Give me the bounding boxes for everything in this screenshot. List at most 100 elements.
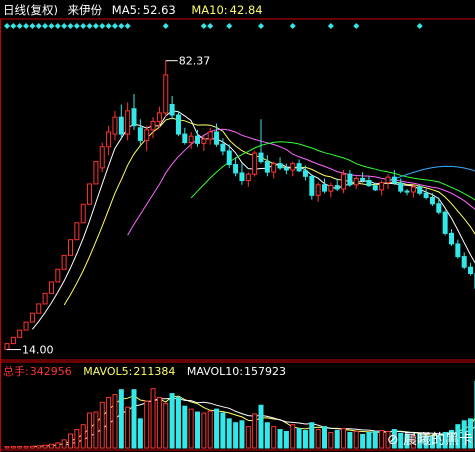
volume-bar xyxy=(156,396,162,449)
candle-body xyxy=(360,177,366,182)
candle-body xyxy=(48,281,54,294)
volume-bar xyxy=(296,428,302,449)
candle-body xyxy=(207,131,213,140)
volume-bar xyxy=(220,412,226,449)
candle-body xyxy=(4,343,10,351)
volume-bar xyxy=(264,422,270,449)
candle-body xyxy=(341,173,347,190)
volume-bar xyxy=(144,400,150,449)
volume-bar xyxy=(10,446,16,449)
volume-bar xyxy=(169,393,175,449)
volume-bar xyxy=(201,412,207,449)
candle-body xyxy=(112,116,118,135)
volume-bar xyxy=(309,422,315,449)
ma10-value: 42.84 xyxy=(229,3,263,17)
volume-bar xyxy=(74,429,80,449)
candle-body xyxy=(182,133,188,144)
candle-body xyxy=(449,232,454,245)
candle-body xyxy=(372,185,378,191)
candle-body xyxy=(163,74,169,114)
candle-body xyxy=(55,268,61,283)
candle-body xyxy=(385,176,391,184)
volume-bar xyxy=(302,430,308,449)
candle-body xyxy=(423,192,429,198)
ma5-indicator: MA5: 52.63 xyxy=(112,3,182,17)
candle-body xyxy=(61,254,67,270)
volume-bar xyxy=(55,442,61,449)
volume-bar xyxy=(341,428,347,449)
candle-body xyxy=(379,182,385,191)
candle-body xyxy=(334,185,340,190)
volume-bar xyxy=(283,430,289,449)
candle-body xyxy=(252,152,258,175)
volume-bar xyxy=(353,430,359,449)
candle-body xyxy=(302,170,308,177)
volume-bar xyxy=(328,431,334,449)
volume-bar xyxy=(226,418,232,449)
mavol5-value: 211384 xyxy=(133,365,176,378)
watermark-text: 晨曦的黑卡 xyxy=(403,432,473,448)
candle-body xyxy=(239,172,245,182)
candle-body xyxy=(461,256,467,268)
volume-bar xyxy=(36,445,42,449)
volume-bar xyxy=(99,401,105,449)
volume-bar xyxy=(61,439,67,449)
candle-body xyxy=(137,127,143,141)
candle-body xyxy=(226,150,232,165)
volume-bar xyxy=(379,430,385,449)
volume-bar xyxy=(360,433,366,449)
candle-body xyxy=(322,184,327,192)
volume-bar xyxy=(290,424,296,449)
volume-bar xyxy=(347,431,353,449)
candle-body xyxy=(436,203,442,213)
candle-body xyxy=(87,183,93,205)
volume-bar xyxy=(188,408,194,449)
candle-body xyxy=(156,112,162,122)
chart-background xyxy=(0,0,475,452)
volume-bar xyxy=(195,411,200,449)
candle-body xyxy=(150,120,156,131)
price-panel-header: 日线(复权) 来伊份 MA5: 52.63 MA10: 42.84 xyxy=(3,2,275,18)
candle-body xyxy=(309,175,315,196)
volume-bar xyxy=(4,446,10,449)
candle-body xyxy=(283,167,289,171)
volume-bar xyxy=(258,404,264,449)
volume-bar xyxy=(334,430,340,449)
candle-body xyxy=(233,163,239,174)
candle-body xyxy=(17,329,23,338)
ma10-indicator: MA10: 42.84 xyxy=(191,3,268,17)
volume-bar xyxy=(118,389,124,449)
volume-bar xyxy=(80,424,86,449)
candle-body xyxy=(80,203,86,224)
stock-name: 来伊份 xyxy=(67,3,103,17)
volume-bar xyxy=(150,388,156,449)
total-volume-label: 总手: xyxy=(3,365,29,378)
candle-body xyxy=(277,163,283,169)
candle-body xyxy=(264,161,270,173)
volume-bar xyxy=(42,444,48,449)
candle-body xyxy=(23,321,29,331)
volume-bar xyxy=(163,402,169,449)
candle-body xyxy=(404,190,410,193)
candle-body xyxy=(10,336,16,345)
period-label: 日线(复权) xyxy=(3,3,58,17)
volume-bar xyxy=(29,445,35,449)
mavol5-indicator: MAVOL5:211384 xyxy=(83,365,179,378)
candle-body xyxy=(315,184,321,196)
volume-panel-header: 总手:342956 MAVOL5:211384 MAVOL10:157923 xyxy=(3,364,294,380)
volume-bar xyxy=(239,420,245,449)
candle-body xyxy=(296,163,302,172)
volume-bar xyxy=(131,389,137,449)
candle-body xyxy=(125,110,131,135)
candle-body xyxy=(410,186,416,193)
candle-body xyxy=(118,116,124,135)
volume-bar xyxy=(48,443,54,449)
candle-body xyxy=(347,173,353,186)
volume-bar xyxy=(87,412,93,449)
candle-body xyxy=(175,114,181,135)
candle-body xyxy=(99,146,105,169)
candle-body xyxy=(391,176,397,184)
candle-body xyxy=(245,173,251,182)
volume-bar xyxy=(252,413,258,449)
mavol10-indicator: MAVOL10:157923 xyxy=(187,365,290,378)
